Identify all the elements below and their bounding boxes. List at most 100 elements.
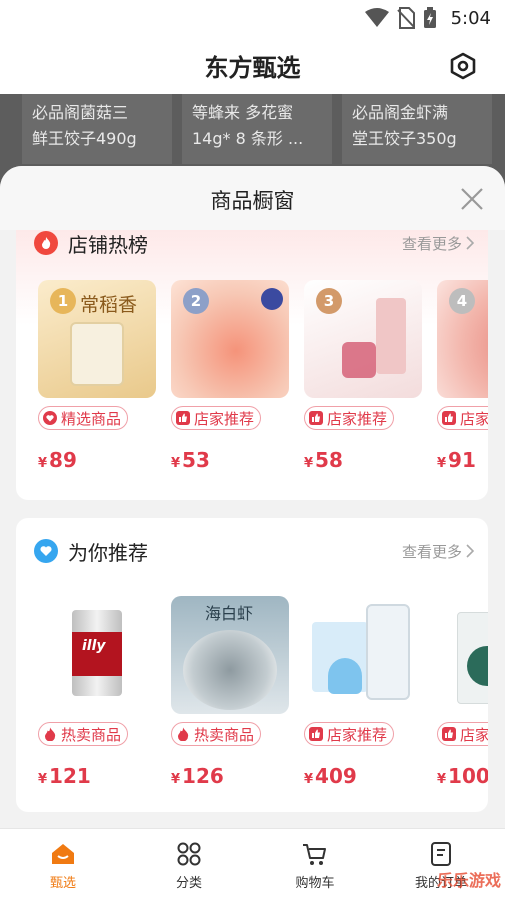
battery-charging-icon [423,7,436,28]
currency-symbol: ¥ [38,456,48,471]
background-product-card: 必品阁金虾满 堂王饺子350g [342,94,492,164]
product-tag-label: 店家推荐 [327,409,388,428]
fire-small-icon [45,727,56,741]
currency-symbol: ¥ [304,456,314,471]
product-card[interactable]: 2 店家推荐 ¥53 [171,280,289,472]
product-price: ¥91 [437,448,476,472]
product-tag: 店家推荐 [437,406,488,430]
rank-badge: 1 [50,288,76,314]
product-card[interactable]: illy 热卖商品 ¥121 [38,596,156,788]
watermark-logo: 乐乐游戏 [436,871,501,890]
recommend-section: 为你推荐 查看更多 illy 热卖商品 ¥121 海白虾 热卖商品 ¥ 126 … [16,518,488,812]
product-showcase-sheet: 店铺热榜 查看更多 1 常稻香 精选商品 ¥89 2 店家推荐 ¥ 53 3 店… [0,166,505,828]
product-name: 鲜王饺子490g [32,129,137,148]
grid-icon [177,842,201,866]
price-value: 53 [182,448,210,472]
close-icon [461,188,483,210]
chevron-right-icon [466,236,474,250]
product-name: 堂王饺子350g [352,129,457,148]
shop-hot-list-section: 店铺热榜 查看更多 1 常稻香 精选商品 ¥89 2 店家推荐 ¥ 53 3 店… [16,218,488,500]
product-tag-label: 店家推荐 [460,725,488,744]
status-time: 5:04 [450,7,491,29]
product-card[interactable]: 店家推荐 ¥409 [304,596,422,788]
product-card[interactable]: 4 店家推荐 ¥91 [437,280,488,472]
close-button[interactable] [459,186,485,212]
currency-symbol: ¥ [304,772,314,787]
fire-small-icon [178,727,189,741]
view-more-label: 查看更多 [401,234,462,253]
product-tag: 店家推荐 [437,722,488,746]
product-price: ¥89 [38,448,77,472]
product-tag: 店家推荐 [171,406,262,430]
section-title: 为你推荐 [68,540,148,565]
product-image-label: 常稻香 [80,294,138,316]
product-name: 14g* 8 条形 ... [192,129,304,148]
rank-badge: 3 [316,288,342,314]
cart-icon [303,844,326,865]
nav-label: 分类 [175,876,202,891]
thumbs-up-icon [442,727,456,741]
product-name: 必品阁菌菇三 [32,103,129,122]
bottom-navigation: 甄选 分类 购物车 我的订单 [0,828,505,897]
product-image: 1 常稻香 [38,280,156,398]
product-name: 等蜂来 多花蜜 [192,103,294,122]
view-more-link[interactable]: 查看更多 [402,233,474,254]
heart-icon [43,411,57,425]
product-tag: 热卖商品 [171,722,262,746]
view-more-link[interactable]: 查看更多 [402,541,474,562]
product-tag: 精选商品 [38,406,129,430]
wifi-icon [364,8,389,27]
chevron-right-icon [466,544,474,558]
product-tag-label: 精选商品 [61,409,122,428]
section-header: 店铺热榜 查看更多 [34,228,474,258]
product-tag-label: 热卖商品 [194,725,255,744]
product-price: ¥100 [437,764,488,788]
thumbs-up-icon [309,727,323,741]
product-card[interactable]: 3 店家推荐 ¥58 [304,280,422,472]
thumbs-up-icon [176,411,190,425]
product-image: 3 [304,280,422,398]
view-more-label: 查看更多 [401,542,462,561]
fire-icon [34,231,58,255]
product-image-label: illy [82,638,106,654]
product-price: ¥121 [38,764,91,788]
product-tag: 店家推荐 [304,406,395,430]
product-price: ¥58 [304,448,343,472]
rank-badge: 4 [449,288,475,314]
nav-home[interactable]: 甄选 [13,841,113,891]
product-card[interactable]: 1 常稻香 精选商品 ¥89 [38,280,156,472]
heart-badge-icon [34,539,58,563]
hot-items-row: 1 常稻香 精选商品 ¥89 2 店家推荐 ¥ 53 3 店家推荐 ¥ 58 4… [38,280,488,480]
product-card[interactable]: 店家推荐 ¥100 [437,596,488,788]
nav-cart[interactable]: 购物车 [265,841,365,891]
no-sim-icon [396,7,415,29]
order-icon [431,842,451,866]
product-image: 2 [171,280,289,398]
product-card[interactable]: 海白虾 热卖商品 ¥126 [171,596,289,788]
background-product-card: 等蜂来 多花蜜 14g* 8 条形 ... [182,94,332,164]
currency-symbol: ¥ [437,772,447,787]
background-product-card: 必品阁菌菇三 鲜王饺子490g [22,94,172,164]
recommend-items-row: illy 热卖商品 ¥121 海白虾 热卖商品 ¥126 店家推荐 ¥ 409 … [38,596,488,796]
hexagon-settings-icon [450,52,476,80]
app-header: 东方甄选 [0,36,505,94]
product-price: ¥126 [171,764,224,788]
thumbs-up-icon [442,411,456,425]
settings-button[interactable] [449,52,477,80]
home-icon [52,844,74,864]
product-image [437,596,488,714]
price-value: 121 [49,764,91,788]
product-tag-label: 店家推荐 [327,725,388,744]
rank-badge: 2 [183,288,209,314]
product-tag-label: 店家推荐 [194,409,255,428]
product-price: ¥53 [171,448,210,472]
product-tag: 热卖商品 [38,722,129,746]
nav-label: 购物车 [295,876,335,891]
price-value: 100 [448,764,488,788]
price-value: 58 [315,448,343,472]
product-tag: 店家推荐 [304,722,395,746]
product-image [304,596,422,714]
sheet-title: 商品橱窗 [210,189,295,213]
product-tag-label: 店家推荐 [460,409,488,428]
nav-category[interactable]: 分类 [139,841,239,891]
